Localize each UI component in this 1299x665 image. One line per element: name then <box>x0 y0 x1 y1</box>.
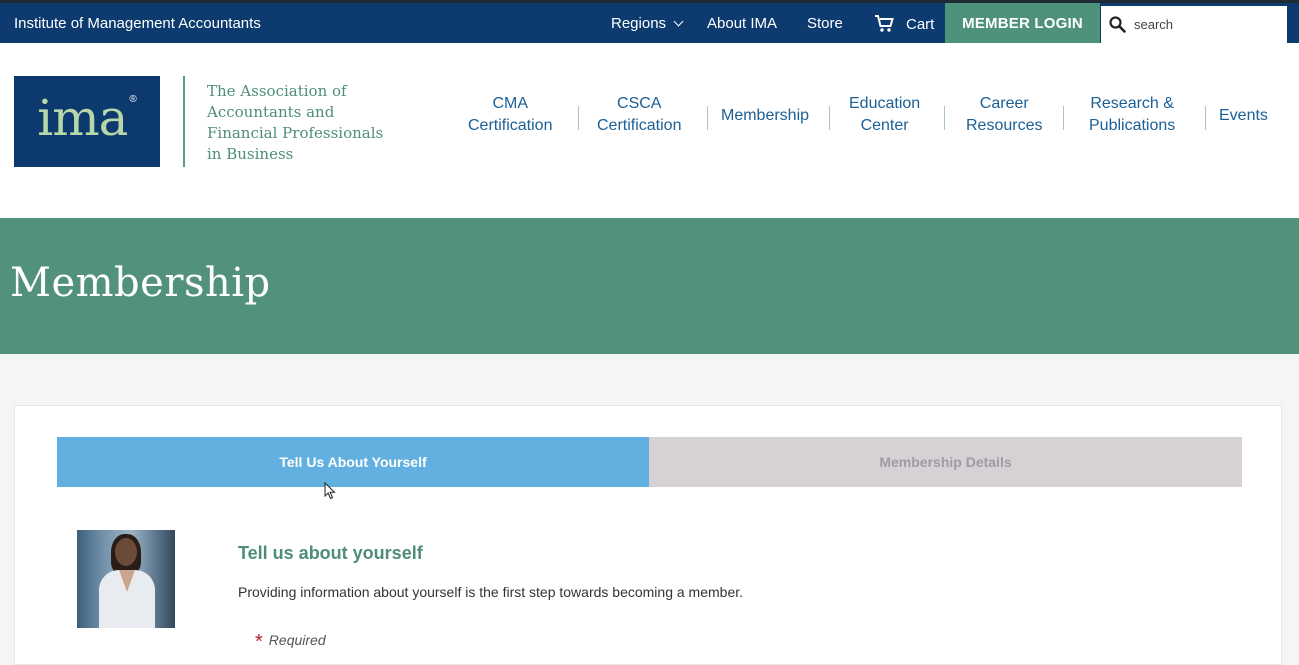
nav-label-line: Membership <box>721 107 810 124</box>
nav-label-line: Events <box>1219 107 1268 124</box>
section-description: Providing information about yourself is … <box>238 584 744 600</box>
regions-label: Regions <box>611 15 667 32</box>
nav-label-line: Certification <box>597 117 682 134</box>
nav-research-publications[interactable]: Research & Publications <box>1089 93 1175 137</box>
nav-separator <box>829 106 830 130</box>
cursor-icon <box>324 482 336 500</box>
search-icon[interactable] <box>1109 16 1126 33</box>
logo-registered-mark: ® <box>129 94 137 105</box>
nav-events[interactable]: Events <box>1219 105 1268 127</box>
tagline-line: Accountants and <box>207 103 335 121</box>
cart-link[interactable]: Cart <box>874 15 934 33</box>
tagline-line: Financial Professionals <box>207 124 384 142</box>
utility-bar: Institute of Management Accountants Regi… <box>0 0 1299 43</box>
logo-divider <box>183 76 185 167</box>
signup-card: Tell Us About Yourself Membership Detail… <box>14 405 1282 665</box>
store-link[interactable]: Store <box>807 15 843 32</box>
required-label: Required <box>268 632 326 648</box>
nav-label-line: Education <box>849 95 921 112</box>
required-star: * <box>255 631 263 653</box>
nav-label-line: Center <box>860 117 909 134</box>
cart-icon <box>875 15 894 32</box>
required-note: * Required <box>255 628 326 653</box>
tagline: The Association of Accountants and Finan… <box>207 81 407 165</box>
nav-separator <box>1063 106 1064 130</box>
nav-csca-certification[interactable]: CSCA Certification <box>597 93 681 137</box>
chevron-down-icon <box>673 16 684 27</box>
regions-dropdown[interactable]: Regions <box>611 15 684 32</box>
nav-membership[interactable]: Membership <box>721 105 809 127</box>
nav-career-resources[interactable]: Career Resources <box>966 93 1042 137</box>
logo-text: ima <box>37 88 128 147</box>
tagline-line: in Business <box>207 145 294 163</box>
hero-banner: Membership <box>0 218 1299 354</box>
nav-separator <box>707 106 708 130</box>
section-title: Tell us about yourself <box>238 543 423 563</box>
step-tab-membership-details[interactable]: Membership Details <box>649 437 1242 487</box>
nav-label-line: CMA <box>492 95 529 112</box>
search-input[interactable] <box>1134 17 1274 32</box>
tagline-line: The Association of <box>207 82 347 100</box>
nav-label-line: Publications <box>1089 117 1176 134</box>
org-name-link[interactable]: Institute of Management Accountants <box>14 15 261 32</box>
site-header: ima ® The Association of Accountants and … <box>0 43 1299 218</box>
search-box <box>1101 6 1287 43</box>
photo-face <box>115 538 137 566</box>
profile-photo <box>77 530 175 628</box>
nav-separator <box>1205 106 1206 130</box>
about-ima-link[interactable]: About IMA <box>707 15 777 32</box>
nav-cma-certification[interactable]: CMA Certification <box>468 93 552 137</box>
cart-label: Cart <box>906 15 935 33</box>
page-title: Membership <box>10 260 271 306</box>
nav-label-line: Research & <box>1090 95 1174 112</box>
nav-label-line: CSCA <box>617 95 662 112</box>
nav-separator <box>578 106 579 130</box>
nav-education-center[interactable]: Education Center <box>849 93 920 137</box>
nav-label-line: Resources <box>966 117 1043 134</box>
ima-logo[interactable]: ima ® <box>14 76 160 167</box>
step-tab-tell-us[interactable]: Tell Us About Yourself <box>57 437 649 487</box>
nav-separator <box>944 106 945 130</box>
nav-label-line: Certification <box>468 117 553 134</box>
member-login-button[interactable]: MEMBER LOGIN <box>945 3 1100 43</box>
nav-label-line: Career <box>979 95 1029 112</box>
